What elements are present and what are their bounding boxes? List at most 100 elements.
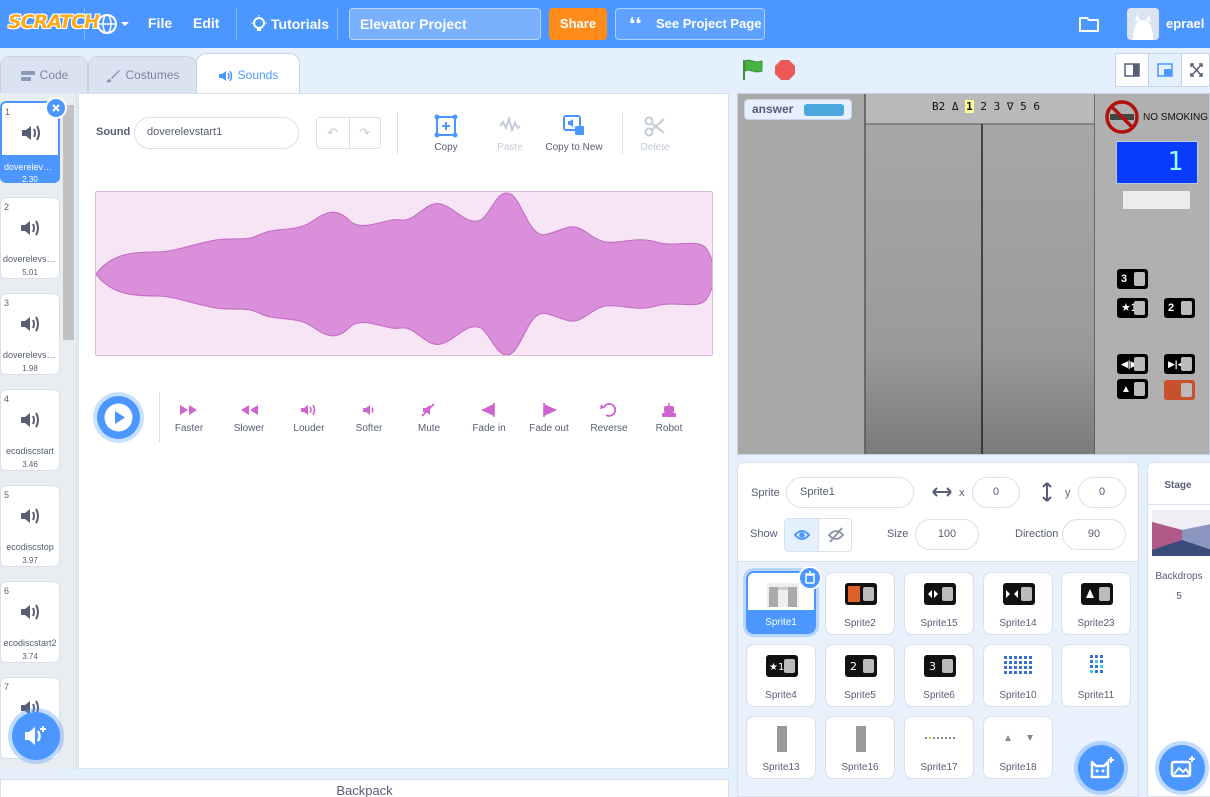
delete-button[interactable]: Delete bbox=[623, 114, 687, 153]
sprite-name-input[interactable]: Sprite1 bbox=[786, 477, 914, 508]
effect-fade-in-button[interactable]: Fade in bbox=[459, 402, 519, 434]
effect-fade-out-button[interactable]: Fade out bbox=[519, 402, 579, 434]
scratch-logo[interactable]: SCRATCH bbox=[8, 11, 100, 37]
size-input[interactable]: 100 bbox=[915, 519, 979, 550]
sound-item[interactable]: 6 ecodiscstart2 3.74 bbox=[0, 581, 60, 663]
choose-backdrop-button[interactable] bbox=[1159, 745, 1205, 791]
effect-faster-button[interactable]: Faster bbox=[159, 402, 219, 434]
sound-item[interactable]: 2 doverelevstart2 5.01 bbox=[0, 197, 60, 279]
my-stuff-folder-icon[interactable] bbox=[1078, 14, 1100, 34]
tab-code[interactable]: Code bbox=[0, 56, 88, 93]
floor-5: 5 bbox=[1020, 100, 1027, 113]
waveform-display[interactable] bbox=[95, 191, 713, 356]
svg-text:★1: ★1 bbox=[769, 662, 784, 673]
sprite-tile[interactable]: Sprite13 bbox=[746, 716, 816, 779]
green-flag-button[interactable] bbox=[741, 58, 765, 82]
sprite-tile[interactable]: Sprite2 bbox=[825, 572, 895, 635]
elevator-button-2[interactable]: 2 bbox=[1164, 298, 1195, 318]
sound-item[interactable]: 4 ecodiscstart 3.46 bbox=[0, 389, 60, 471]
language-menu[interactable] bbox=[97, 13, 131, 35]
sprite-name: Sprite11 bbox=[1077, 690, 1115, 701]
small-stage-button[interactable] bbox=[1115, 53, 1149, 87]
show-visible-button[interactable] bbox=[785, 519, 819, 551]
tab-costumes-label: Costumes bbox=[125, 68, 180, 82]
speaker-icon bbox=[21, 220, 39, 236]
sound-name-input[interactable]: doverelevstart1 bbox=[134, 117, 299, 149]
tutorials-button[interactable]: Tutorials bbox=[250, 15, 329, 33]
sprite-name: Sprite13 bbox=[762, 762, 800, 773]
sound-editor: Sound doverelevstart1 ↶ ↷ Copy Paste Cop… bbox=[78, 93, 729, 769]
sprite-tile[interactable]: Sprite18 bbox=[983, 716, 1053, 779]
stage-canvas[interactable]: answer B2 Δ 1 2 3 ∇ 5 6 NO SMOKING 1 3 ★… bbox=[737, 93, 1210, 455]
copy-button[interactable]: Copy bbox=[414, 114, 478, 153]
add-sound-icon bbox=[25, 726, 46, 745]
sprite-tile[interactable]: Sprite15 bbox=[904, 572, 974, 635]
fullscreen-button[interactable] bbox=[1181, 53, 1210, 87]
sound-list: 1 doverelevstart1 2.30 2 doverelevstart2… bbox=[0, 93, 77, 769]
sprite-tile[interactable]: Sprite16 bbox=[825, 716, 895, 779]
copy-to-new-label: Copy to New bbox=[545, 142, 603, 153]
effect-louder-button[interactable]: Louder bbox=[279, 402, 339, 434]
project-title-input[interactable]: Elevator Project bbox=[349, 8, 541, 40]
tab-sounds-label: Sounds bbox=[237, 68, 279, 82]
sprite-tile[interactable]: Sprite23 bbox=[1061, 572, 1131, 635]
effect-slower-button[interactable]: Slower bbox=[219, 402, 279, 434]
sprite4-thumbnail: ★1 bbox=[766, 655, 798, 677]
effect-mute-button[interactable]: Mute bbox=[399, 402, 459, 434]
tutorials-label: Tutorials bbox=[271, 16, 330, 32]
paste-button[interactable]: Paste bbox=[478, 114, 542, 153]
copy-to-new-button[interactable]: Copy to New bbox=[542, 114, 606, 153]
show-hidden-button[interactable] bbox=[819, 519, 853, 551]
sprite-tile[interactable]: Sprite10 bbox=[983, 644, 1053, 707]
code-blocks-icon bbox=[20, 70, 35, 81]
sound-item[interactable]: 3 doverelevstop 1.98 bbox=[0, 293, 60, 375]
floor-indicator: B2 Δ 1 2 3 ∇ 5 6 bbox=[932, 100, 1040, 113]
effect-softer-button[interactable]: Softer bbox=[339, 402, 399, 434]
see-project-page-button[interactable]: ❛❛ See Project Page bbox=[615, 8, 765, 40]
sprite-tile[interactable]: ★1 Sprite4 bbox=[746, 644, 816, 707]
normal-stage-button[interactable] bbox=[1148, 53, 1182, 87]
elevator-button-3[interactable]: 3 bbox=[1117, 269, 1148, 289]
undo-icon[interactable]: ↶ bbox=[327, 125, 338, 141]
x-label: x bbox=[959, 487, 965, 499]
sprite-tile[interactable]: Sprite17 bbox=[904, 716, 974, 779]
play-sound-button[interactable] bbox=[97, 396, 140, 439]
emergency-button[interactable] bbox=[1164, 380, 1195, 400]
tab-sounds[interactable]: Sounds bbox=[196, 53, 300, 93]
file-menu[interactable]: File bbox=[148, 15, 172, 31]
delete-sprite-button[interactable] bbox=[798, 566, 822, 590]
up-arrow: Δ bbox=[951, 100, 959, 113]
redo-icon[interactable]: ↷ bbox=[359, 125, 370, 141]
mute-icon bbox=[421, 403, 435, 417]
avatar[interactable] bbox=[1127, 8, 1159, 40]
effect-reverse-button[interactable]: Reverse bbox=[579, 402, 639, 434]
choose-sprite-button[interactable] bbox=[1078, 745, 1124, 791]
scrollbar-thumb[interactable] bbox=[63, 105, 74, 340]
sprite-tile[interactable]: Sprite14 bbox=[983, 572, 1053, 635]
sprite-tile[interactable]: 2 Sprite5 bbox=[825, 644, 895, 707]
share-button[interactable]: Share bbox=[549, 8, 607, 40]
door-close-button[interactable]: ▶|◀ bbox=[1164, 354, 1195, 374]
sprite-tile[interactable]: 3 Sprite6 bbox=[904, 644, 974, 707]
effect-robot-button[interactable]: Robot bbox=[639, 402, 699, 434]
username[interactable]: eprael bbox=[1166, 16, 1204, 31]
direction-input[interactable]: 90 bbox=[1062, 519, 1126, 550]
elevator-button-1[interactable]: ★1 bbox=[1117, 298, 1148, 318]
alarm-bell-button[interactable]: ▲ bbox=[1117, 379, 1148, 399]
stop-button[interactable] bbox=[774, 59, 796, 81]
tab-costumes[interactable]: Costumes bbox=[88, 56, 197, 93]
choose-sound-button[interactable] bbox=[12, 712, 60, 760]
delete-sound-button[interactable] bbox=[45, 97, 67, 119]
edit-menu[interactable]: Edit bbox=[193, 15, 219, 31]
door-open-button[interactable]: ◀|▶ bbox=[1117, 354, 1148, 374]
floor-3: 3 bbox=[993, 100, 1001, 113]
sprite-tile[interactable]: Sprite11 bbox=[1061, 644, 1131, 707]
sound-number: 6 bbox=[4, 586, 10, 596]
sound-item[interactable]: 5 ecodiscstop 3.97 bbox=[0, 485, 60, 567]
effect-reverse-label: Reverse bbox=[590, 423, 628, 434]
backpack-panel[interactable]: Backpack bbox=[0, 779, 729, 797]
divider bbox=[397, 112, 398, 154]
y-input[interactable]: 0 bbox=[1078, 477, 1126, 508]
speaker-icon bbox=[21, 412, 39, 428]
x-input[interactable]: 0 bbox=[972, 477, 1020, 508]
